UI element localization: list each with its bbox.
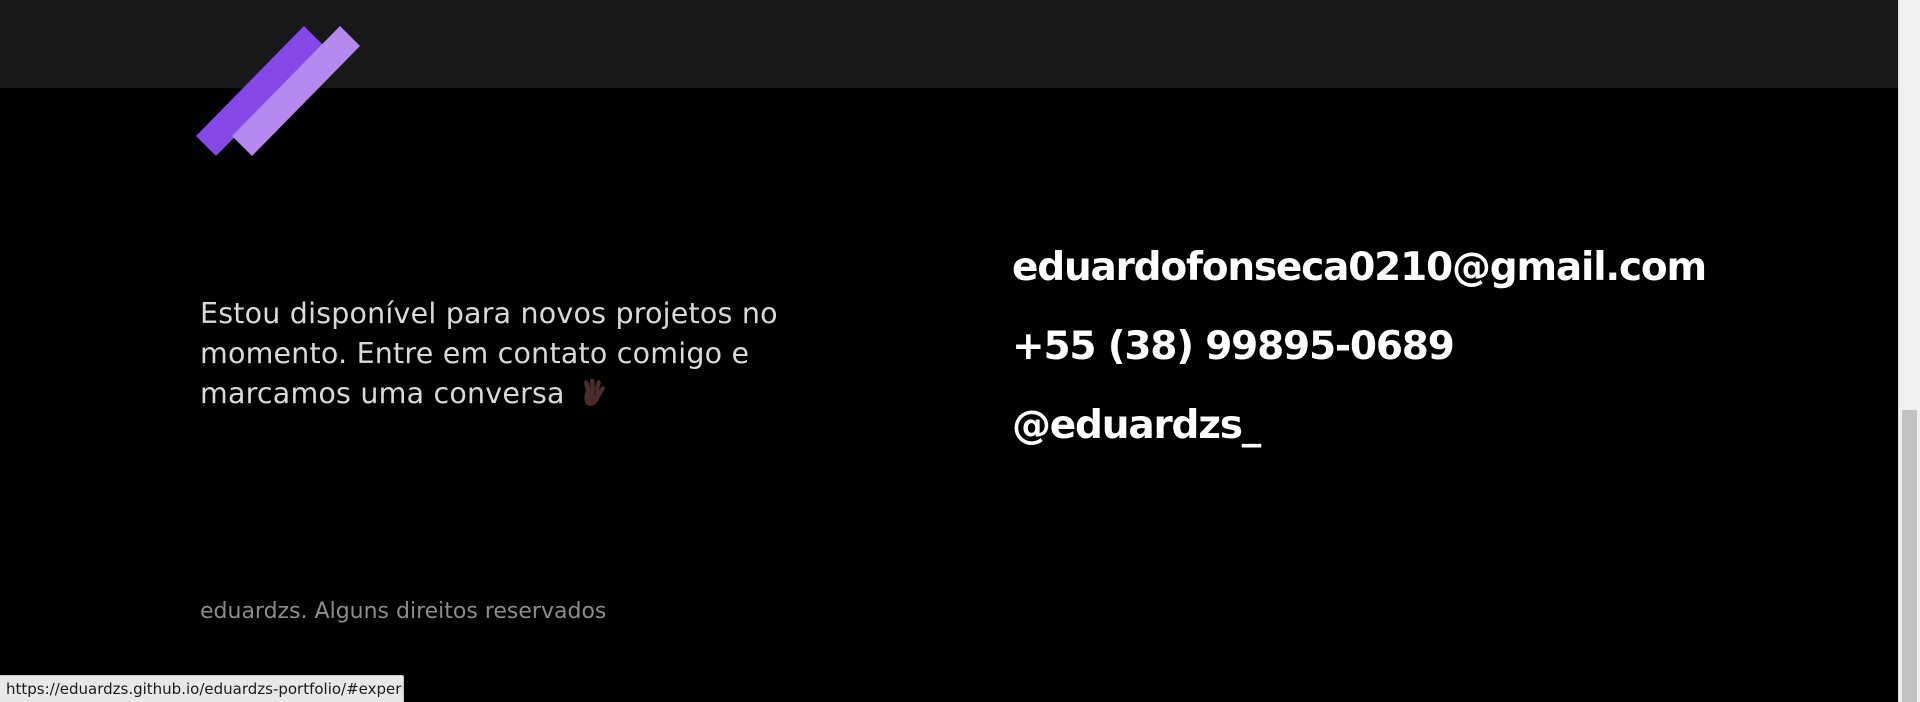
vertical-scrollbar[interactable] [1898, 0, 1920, 702]
contact-item: eduardofonseca0210@gmail.com [1012, 228, 1707, 307]
status-bar-url: https://eduardzs.github.io/eduardzs-port… [0, 675, 404, 702]
vulcan-salute-icon [580, 378, 608, 419]
social-handle-link[interactable]: @eduardzs_ [1012, 386, 1706, 465]
logo-icon[interactable] [196, 20, 366, 156]
page: Estou disponível para novos projetos no … [0, 0, 1920, 702]
availability-text: Estou disponível para novos projetos no … [200, 297, 778, 410]
contact-list: eduardofonseca0210@gmail.com +55 (38) 99… [1012, 228, 1707, 465]
copyright-text: eduardzs. Alguns direitos reservados [200, 599, 607, 624]
scrollbar-thumb[interactable] [1902, 410, 1917, 702]
contact-item: +55 (38) 99895-0689 [1012, 307, 1706, 386]
availability-message: Estou disponível para novos projetos no … [200, 294, 880, 419]
phone-link[interactable]: +55 (38) 99895-0689 [1012, 307, 1706, 386]
contact-item: @eduardzs_ [1012, 386, 1706, 465]
email-link[interactable]: eduardofonseca0210@gmail.com [1012, 228, 1707, 307]
